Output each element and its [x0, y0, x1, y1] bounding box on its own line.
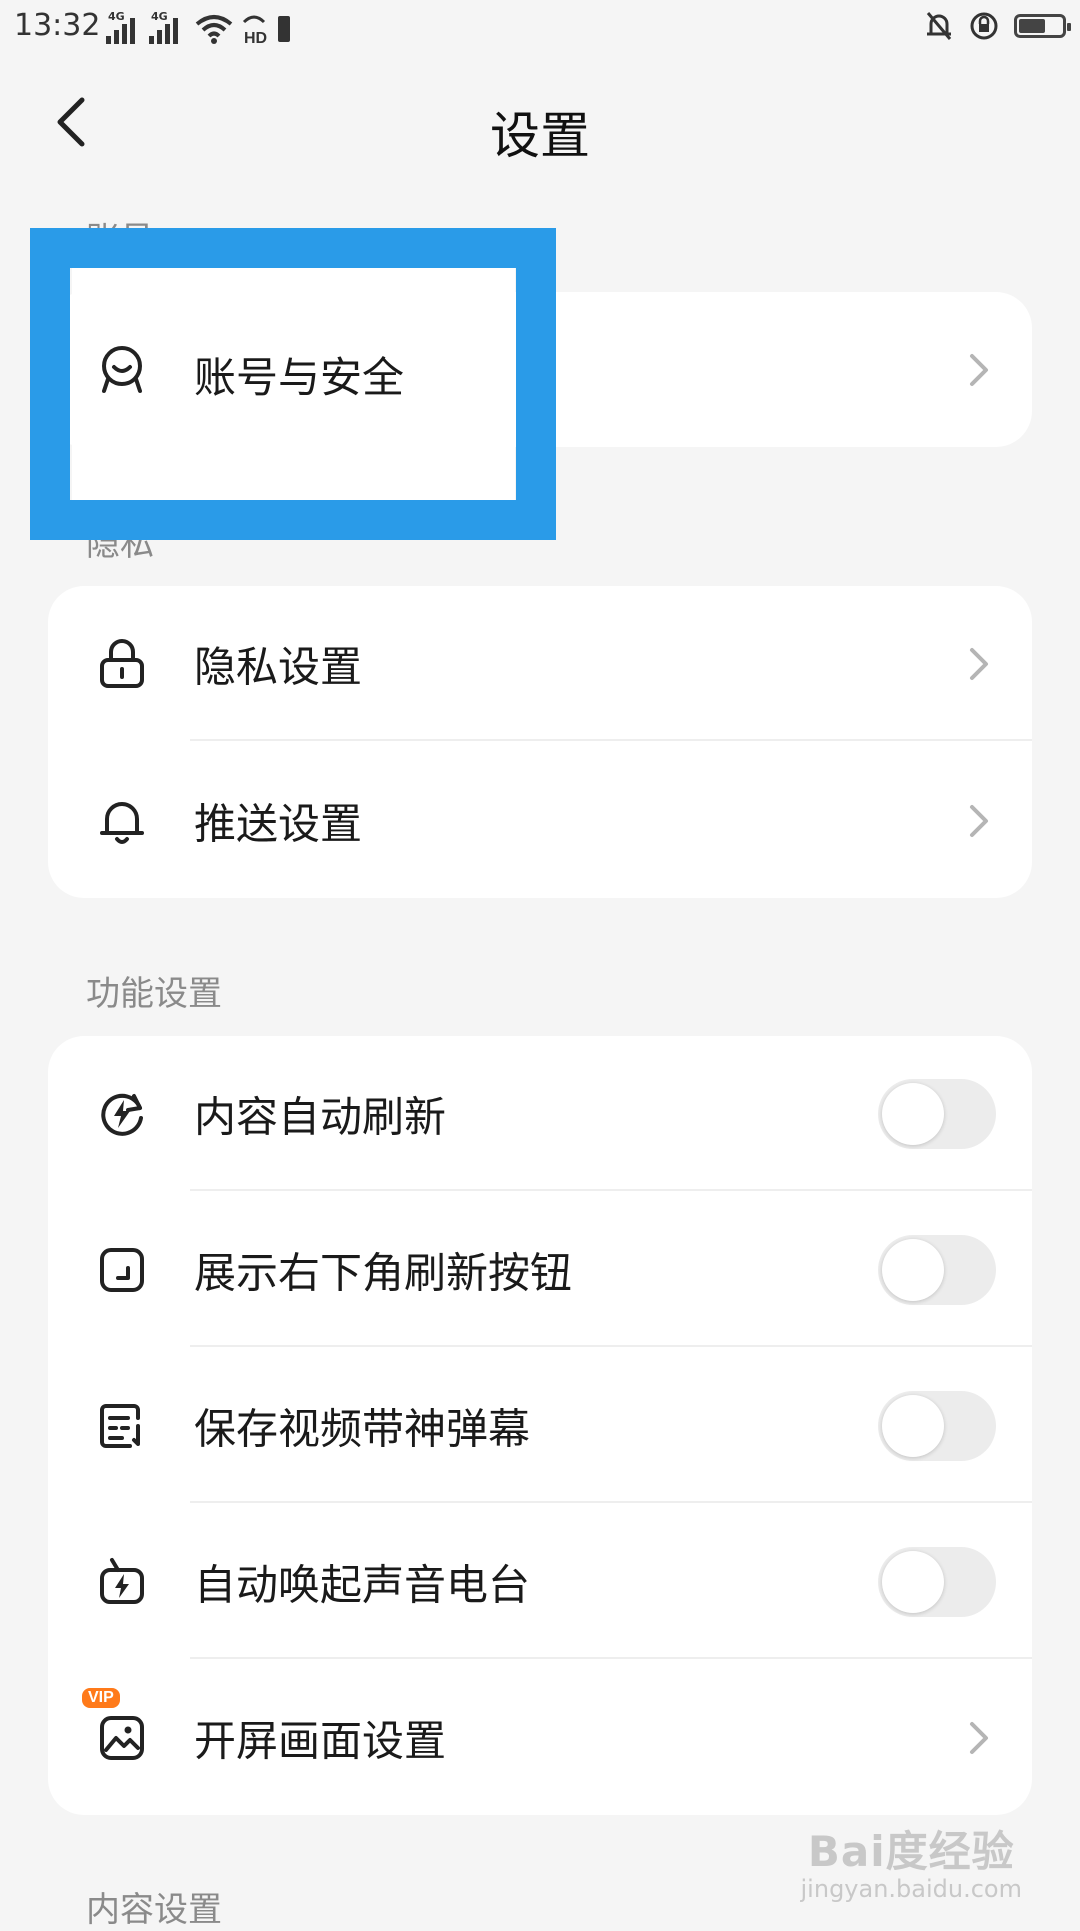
header: 设置	[0, 70, 1080, 180]
status-time: 13:32	[14, 8, 101, 43]
corner-refresh-toggle[interactable]	[878, 1234, 996, 1305]
sim1-label: 4G	[108, 10, 125, 23]
radio-icon	[100, 1557, 144, 1604]
status-bar: 13:32 4G 4G HD	[0, 0, 1080, 56]
status-right-icons	[924, 10, 1071, 42]
divider	[190, 1657, 1032, 1659]
list-item-label: 展示右下角刷新按钮	[194, 1248, 573, 1297]
divider	[190, 1345, 1032, 1347]
list-item-privacy-settings[interactable]: 隐私设置	[48, 586, 1032, 741]
sim2-label: 4G	[151, 10, 168, 23]
list-item-label: 隐私设置	[194, 642, 363, 691]
section-label-features: 功能设置	[86, 974, 222, 1014]
list-item-label: 开屏画面设置	[194, 1716, 447, 1765]
vip-badge: VIP	[82, 1688, 120, 1708]
rotation-lock-icon	[970, 12, 998, 40]
bell-icon	[100, 801, 144, 844]
privacy-card: 隐私设置 推送设置	[48, 586, 1032, 898]
watermark-url: jingyan.baidu.com	[800, 1875, 1022, 1903]
signal-icon-sim2: 4G	[149, 10, 178, 44]
list-item-auto-refresh: 内容自动刷新	[48, 1036, 1032, 1191]
list-item-label: 内容自动刷新	[194, 1092, 447, 1141]
divider	[190, 739, 1032, 741]
divider	[190, 1189, 1032, 1191]
list-item-label: 自动唤起声音电台	[194, 1560, 531, 1609]
list-item-save-danmaku: 保存视频带神弹幕	[48, 1348, 1032, 1503]
feature-card: 内容自动刷新 展示右下角刷新按钮 保存视频带神弹幕 自动唤起声音电台 VIP 开…	[48, 1036, 1032, 1815]
corner-refresh-icon	[100, 1247, 144, 1292]
watermark-logo: Bai度经验	[807, 1827, 1015, 1876]
signal-icon-sim1: 4G	[106, 10, 135, 44]
page-title: 设置	[490, 107, 590, 165]
status-left-icons: 4G 4G HD	[106, 10, 292, 44]
svg-text:HD: HD	[244, 30, 267, 44]
radio-toggle[interactable]	[878, 1546, 996, 1617]
list-item-corner-refresh: 展示右下角刷新按钮	[48, 1192, 1032, 1347]
chevron-right-icon	[970, 804, 988, 837]
list-item-radio: 自动唤起声音电台	[48, 1504, 1032, 1659]
auto-refresh-icon	[101, 1093, 143, 1136]
battery-icon	[1014, 14, 1071, 38]
lock-icon	[100, 638, 144, 688]
auto-refresh-toggle[interactable]	[878, 1078, 996, 1149]
hd-voice-icon: HD	[242, 15, 290, 44]
list-item-label: 保存视频带神弹幕	[194, 1404, 531, 1453]
toggle-knob	[882, 1082, 944, 1145]
chevron-right-icon	[970, 353, 988, 386]
toggle-knob	[882, 1238, 944, 1301]
save-danmaku-toggle[interactable]	[878, 1390, 996, 1461]
toggle-knob	[882, 1394, 944, 1457]
splash-image-icon	[100, 1715, 144, 1760]
list-item-splash-settings[interactable]: VIP 开屏画面设置	[48, 1660, 1032, 1815]
list-item-label: 推送设置	[194, 799, 363, 848]
chevron-right-icon	[970, 1721, 988, 1754]
account-shield-icon	[102, 346, 142, 393]
highlighted-item-label[interactable]: 账号与安全	[194, 344, 404, 405]
list-item-push-settings[interactable]: 推送设置	[48, 743, 1032, 898]
watermark: Bai度经验 jingyan.baidu.com	[801, 1818, 1022, 1903]
section-label-content: 内容设置	[86, 1890, 222, 1930]
danmaku-icon	[100, 1403, 140, 1448]
divider	[190, 1501, 1032, 1503]
toggle-knob	[882, 1550, 944, 1613]
bell-muted-icon	[926, 12, 952, 40]
chevron-right-icon	[970, 647, 988, 680]
wifi-icon	[195, 15, 233, 44]
